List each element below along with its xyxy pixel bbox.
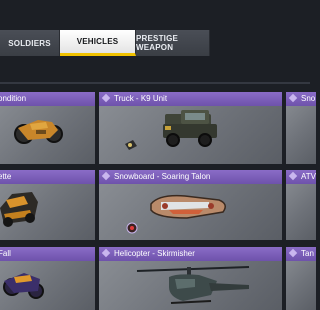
card-title: Tan <box>301 249 314 258</box>
card-title: ondition <box>0 94 27 103</box>
card-header: ATV <box>286 170 316 184</box>
card-header: Tan <box>286 247 316 261</box>
motorbike-icon <box>14 120 63 144</box>
diamond-icon <box>288 248 298 258</box>
card-header: ette <box>0 170 95 184</box>
vehicle-card-truck-k9-unit[interactable]: Truck - K9 Unit <box>99 92 282 164</box>
vehicle-card-tank[interactable]: Tan <box>286 247 316 310</box>
car-icon <box>0 192 38 227</box>
vehicle-card-snowboard-soaring-talon[interactable]: Snowboard - Soaring Talon <box>99 170 282 240</box>
bike-icon <box>3 273 44 299</box>
vehicle-card-ette[interactable]: ette <box>0 170 95 240</box>
diamond-icon <box>288 171 298 181</box>
vehicle-card-fall[interactable]: Fall <box>0 247 95 310</box>
card-title: Fall <box>0 249 11 258</box>
tab-soldiers[interactable]: SOLDIERS <box>0 30 60 56</box>
tab-divider <box>0 82 310 84</box>
card-header: ondition <box>0 92 95 106</box>
card-title: Helicopter - Skirmisher <box>114 249 195 258</box>
card-title: ette <box>0 172 12 181</box>
card-header: Snowboard - Soaring Talon <box>99 170 282 184</box>
diamond-icon <box>101 171 111 181</box>
diamond-icon <box>288 93 298 103</box>
card-header: Truck - K9 Unit <box>99 92 282 106</box>
tab-vehicles[interactable]: VEHICLES <box>60 30 136 56</box>
snowboard-icon <box>126 194 226 234</box>
card-header: Fall <box>0 247 95 261</box>
tab-prestige-weapon[interactable]: PRESTIGE WEAPON <box>136 30 210 56</box>
card-header: Sno <box>286 92 316 106</box>
truck-icon <box>125 110 217 150</box>
diamond-icon <box>101 248 111 258</box>
card-header: Helicopter - Skirmisher <box>99 247 282 261</box>
vehicle-card-snowmobile[interactable]: Sno <box>286 92 316 164</box>
vehicle-card-atv[interactable]: ATV <box>286 170 316 240</box>
card-title: ATV <box>301 172 316 181</box>
diamond-icon <box>101 93 111 103</box>
vehicle-card-helicopter-skirmisher[interactable]: Helicopter - Skirmisher <box>99 247 282 310</box>
card-title: Snowboard - Soaring Talon <box>114 172 211 181</box>
card-title: Truck - K9 Unit <box>114 94 168 103</box>
vehicle-card-condition[interactable]: ondition <box>0 92 95 164</box>
category-tab-bar: SOLDIERS VEHICLES PRESTIGE WEAPON <box>0 30 210 56</box>
card-title: Sno <box>301 94 316 103</box>
helicopter-icon <box>136 266 250 304</box>
